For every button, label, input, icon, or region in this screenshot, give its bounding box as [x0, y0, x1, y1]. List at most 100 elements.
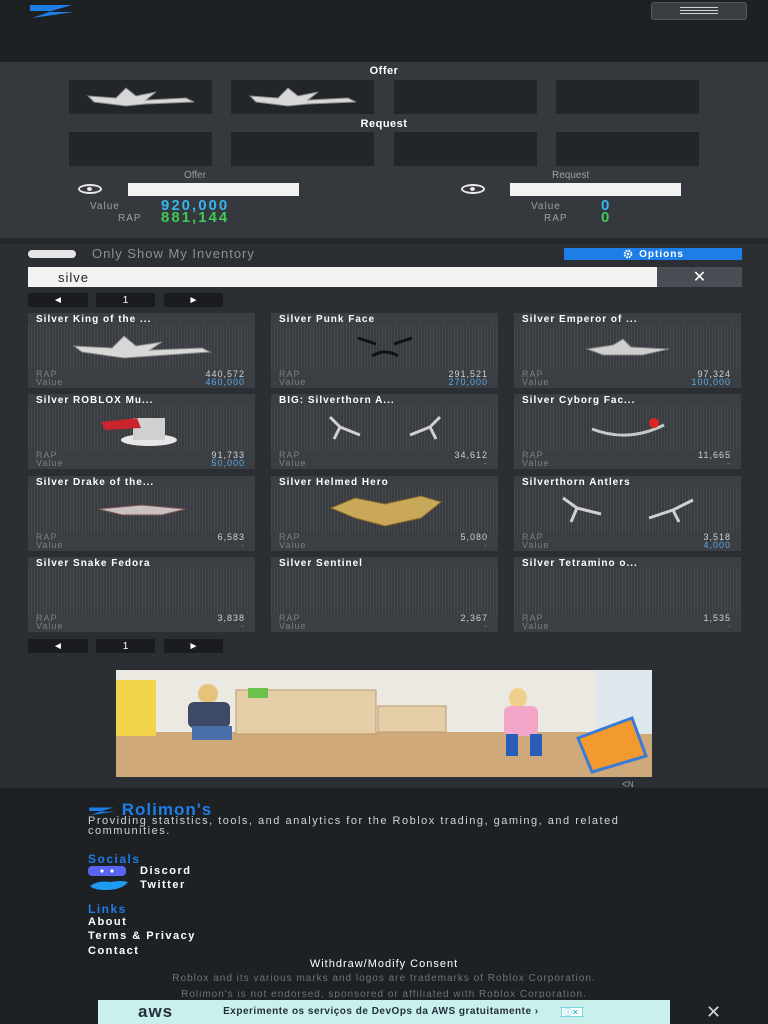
item-card[interactable]: Silver Tetramino o... RAP 1,535 Value - [514, 557, 741, 632]
links-heading: Links [88, 902, 127, 916]
clear-search-button[interactable]: ✕ [657, 267, 742, 287]
drake-helmet-icon [97, 504, 186, 516]
close-ad-button[interactable]: ✕ [706, 1002, 721, 1023]
offer-robux-input[interactable] [128, 183, 299, 196]
item-card[interactable]: Silver Snake Fedora RAP 3,838 Value - [28, 557, 255, 632]
value-label: Value [36, 377, 64, 387]
terms-link[interactable]: Terms & Privacy [88, 930, 196, 942]
item-thumbnail [271, 405, 498, 451]
hamburger-menu-button[interactable] [651, 2, 747, 20]
next-page-button[interactable]: ► [164, 293, 223, 307]
contact-link[interactable]: Contact [88, 945, 139, 957]
item-card[interactable]: Silverthorn Antlers RAP 3,518 Value 4,00… [514, 476, 741, 551]
item-value: - [727, 458, 731, 468]
helmed-hero-icon [329, 495, 442, 527]
request-slot-3[interactable] [394, 132, 537, 166]
item-card[interactable]: Silver Helmed Hero RAP 5,080 Value - [271, 476, 498, 551]
aws-ad-text: Experimente os serviços de DevOps da AWS… [223, 1006, 539, 1017]
antlers-icon [328, 415, 441, 440]
item-card[interactable]: BIG: Silverthorn A... RAP 34,612 Value - [271, 394, 498, 469]
disclaimer-trademark: Roblox and its various marks and logos a… [172, 973, 596, 984]
offer-slot-1[interactable] [69, 80, 212, 114]
request-slot-4[interactable] [556, 132, 699, 166]
offer-value-label: Value [90, 201, 120, 212]
prev-page-button[interactable]: ◄ [28, 639, 88, 653]
item-value: - [484, 540, 488, 550]
silver-crown-icon [86, 87, 194, 107]
item-value: 270,000 [448, 377, 488, 387]
about-link[interactable]: About [88, 916, 127, 928]
svg-text:ⓘ✕: ⓘ✕ [564, 1008, 579, 1017]
item-card[interactable]: Silver Drake of the... RAP 6,583 Value - [28, 476, 255, 551]
item-thumbnail [514, 487, 741, 533]
aws-logo: aws [138, 1002, 174, 1021]
item-value: 100,000 [691, 377, 731, 387]
offer-slot-4[interactable] [556, 80, 699, 114]
offer-rap-label: RAP [118, 213, 142, 224]
ad-info-icon[interactable]: ⓘ✕ [561, 1007, 584, 1017]
offer-slot-2[interactable] [231, 80, 374, 114]
silver-crown-icon [248, 87, 356, 107]
silver-crown-icon [584, 338, 669, 356]
rolimons-logo-icon[interactable] [28, 3, 76, 19]
inventory-toggle-label: Only Show My Inventory [92, 246, 255, 261]
consent-link[interactable]: Withdraw/Modify Consent [0, 958, 768, 970]
item-value: - [241, 621, 245, 631]
item-card[interactable]: Silver Sentinel RAP 2,367 Value - [271, 557, 498, 632]
discord-link[interactable]: Discord [88, 865, 190, 879]
request-robux-input[interactable] [510, 183, 681, 196]
prev-page-button[interactable]: ◄ [28, 293, 88, 307]
item-card[interactable]: Silver Punk Face RAP 291,521 Value 270,0… [271, 313, 498, 388]
item-card[interactable]: Silver Emperor of ... RAP 97,324 Value 1… [514, 313, 741, 388]
item-thumbnail [514, 568, 741, 614]
request-rap: 0 [601, 209, 612, 226]
socials-heading: Socials [88, 852, 141, 866]
antlers-icon [561, 496, 694, 523]
twitter-icon [90, 881, 128, 890]
item-thumbnail [28, 405, 255, 451]
item-value: 50,000 [211, 458, 245, 468]
item-card[interactable]: Silver Cyborg Fac... RAP 11,665 Value - [514, 394, 741, 469]
offer-rap: 881,144 [161, 209, 230, 226]
gear-icon [623, 249, 633, 259]
item-card[interactable]: Silver King of the ... RAP 440,572 Value… [28, 313, 255, 388]
page-number[interactable]: 1 [96, 639, 155, 653]
offer-slot-3[interactable] [394, 80, 537, 114]
aws-ad-banner[interactable]: aws Experimente os serviços de DevOps da… [98, 1000, 670, 1024]
item-thumbnail [28, 324, 255, 370]
next-page-button[interactable]: ► [164, 639, 223, 653]
pagination-bottom: ◄ 1 ► [28, 639, 224, 653]
item-thumbnail [28, 568, 255, 614]
item-value: - [241, 540, 245, 550]
robux-icon [461, 184, 485, 194]
value-label: Value [522, 621, 550, 631]
discord-label: Discord [140, 865, 192, 877]
options-button[interactable]: Options [564, 248, 742, 260]
ad-choices-icon[interactable]: ᐸN [622, 780, 652, 788]
item-value: 4,000 [703, 540, 731, 550]
twitter-link[interactable]: Twitter [88, 879, 184, 893]
advertisement-image[interactable] [116, 670, 652, 777]
item-card[interactable]: Silver ROBLOX Mu... RAP 91,733 Value 50,… [28, 394, 255, 469]
value-label: Value [36, 540, 64, 550]
top-navbar [0, 0, 768, 22]
item-value: - [727, 621, 731, 631]
search-input[interactable] [28, 267, 657, 287]
request-slot-1[interactable] [69, 132, 212, 166]
request-slot-2[interactable] [231, 132, 374, 166]
item-rap: 34,612 [454, 450, 488, 460]
item-thumbnail [28, 487, 255, 533]
request-caption: Request [552, 170, 590, 181]
page-number[interactable]: 1 [96, 293, 155, 307]
item-thumbnail [514, 405, 741, 451]
cyborg-face-icon [590, 418, 665, 437]
item-value: - [484, 458, 488, 468]
robux-icon [78, 184, 102, 194]
offer-caption: Offer [184, 170, 207, 181]
discord-icon [88, 866, 126, 876]
value-label: Value [279, 540, 307, 550]
item-thumbnail [514, 324, 741, 370]
inventory-toggle[interactable] [28, 250, 76, 258]
options-label: Options [639, 248, 684, 260]
value-label: Value [36, 458, 64, 468]
